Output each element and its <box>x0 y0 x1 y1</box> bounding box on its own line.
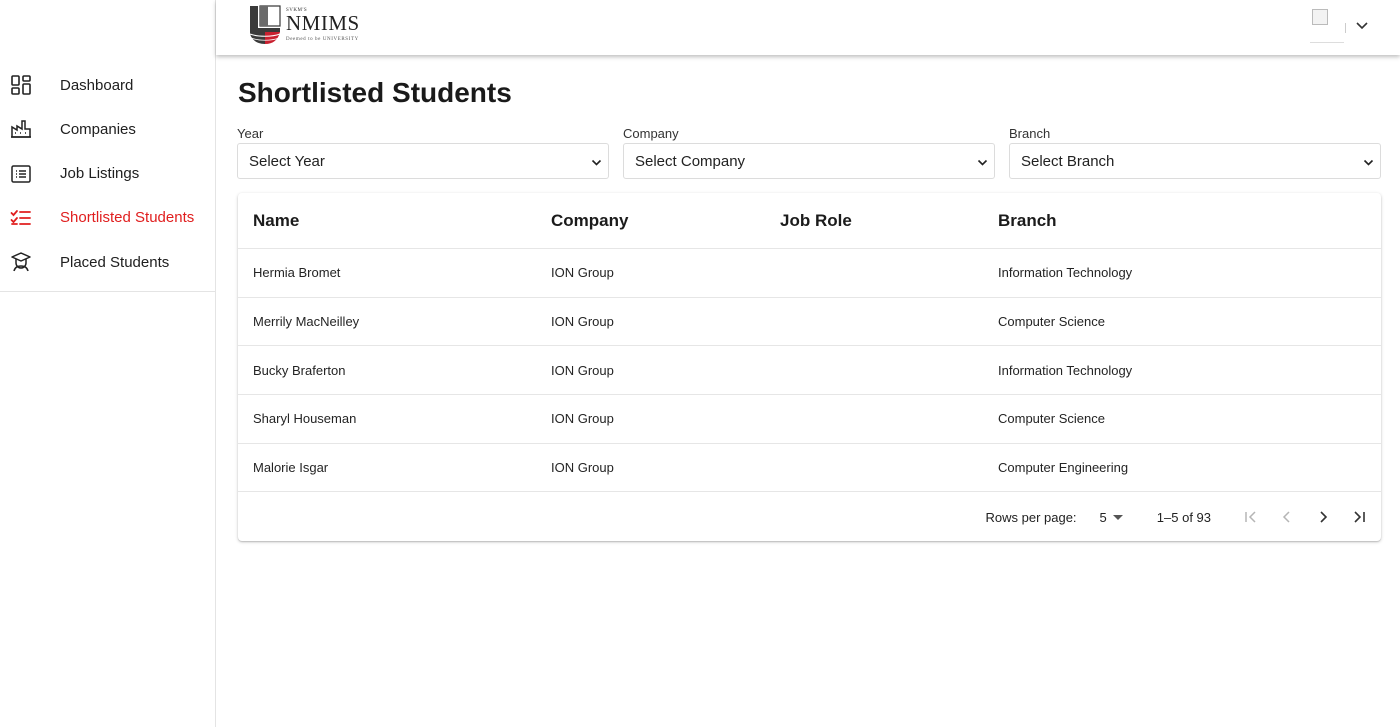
cell-branch: Computer Engineering <box>998 460 1129 476</box>
table-row[interactable]: Hermia Bromet ION Group Information Tech… <box>238 249 1381 298</box>
list-icon <box>10 163 32 185</box>
logo-name: NMIMS <box>286 11 360 35</box>
column-header-job-role: Job Role <box>780 210 852 230</box>
cell-company: ION Group <box>551 265 614 281</box>
students-table: Name Company Job Role Branch Hermia Brom… <box>238 193 1381 541</box>
sidebar-item-label: Companies <box>60 120 136 138</box>
rows-per-page-value: 5 <box>1099 509 1107 525</box>
sidebar-item-label: Shortlisted Students <box>60 209 195 227</box>
logo-emblem-icon <box>249 5 281 44</box>
last-page-button[interactable] <box>1341 499 1377 535</box>
broken-image-icon <box>1312 9 1328 25</box>
company-select-value: Select Company <box>635 152 746 170</box>
checklist-icon <box>10 207 32 229</box>
cell-name: Hermia Bromet <box>253 265 341 281</box>
cell-name: Merrily MacNeilley <box>253 314 360 330</box>
sidebar-item-dashboard[interactable]: Dashboard <box>0 63 215 107</box>
sidebar: Dashboard Companies Job Listings Shortli… <box>0 0 216 727</box>
logo-subtitle: Deemed to be UNIVERSITY <box>286 37 359 42</box>
caret-down-icon <box>1112 514 1123 520</box>
cell-branch: Computer Science <box>998 411 1105 427</box>
chevron-left-icon <box>1282 511 1290 523</box>
year-select[interactable]: Select Year <box>237 143 609 179</box>
chevron-down-icon <box>977 159 988 166</box>
sidebar-item-placed-students[interactable]: Placed Students <box>0 240 215 284</box>
company-filter: Company Select Company <box>623 126 995 179</box>
avatar[interactable] <box>1310 7 1346 43</box>
rows-per-page-select[interactable]: 5 <box>1100 510 1123 525</box>
column-header-name: Name <box>253 210 300 230</box>
dashboard-icon <box>10 74 32 96</box>
cell-company: ION Group <box>551 411 614 427</box>
table-row[interactable]: Merrily MacNeilley ION Group Computer Sc… <box>238 298 1381 347</box>
branch-filter: Branch Select Branch <box>1009 126 1381 179</box>
divider <box>1345 23 1346 33</box>
cell-company: ION Group <box>551 460 614 476</box>
table-pagination: Rows per page: 5 1–5 of 93 <box>238 493 1381 541</box>
cell-name: Malorie Isgar <box>253 460 329 476</box>
sidebar-item-label: Job Listings <box>60 165 140 183</box>
year-select-value: Select Year <box>249 152 325 170</box>
table-row[interactable]: Sharyl Houseman ION Group Computer Scien… <box>238 395 1381 444</box>
last-page-icon <box>1354 511 1365 523</box>
cell-branch: Information Technology <box>998 265 1133 281</box>
next-page-button[interactable] <box>1305 499 1341 535</box>
column-header-branch: Branch <box>998 210 1057 230</box>
branch-label: Branch <box>1009 126 1051 141</box>
sidebar-nav: Dashboard Companies Job Listings Shortli… <box>0 63 215 293</box>
chevron-down-icon[interactable] <box>1354 17 1370 33</box>
graduate-icon <box>10 251 32 273</box>
branch-select-value: Select Branch <box>1021 152 1115 170</box>
chevron-right-icon <box>1320 511 1328 523</box>
cell-branch: Information Technology <box>998 362 1133 378</box>
rows-per-page-label: Rows per page: <box>985 509 1077 525</box>
year-filter: Year Select Year <box>237 126 609 179</box>
table-row[interactable]: Malorie Isgar ION Group Computer Enginee… <box>238 444 1381 493</box>
column-header-company: Company <box>551 210 629 230</box>
first-page-icon <box>1245 511 1256 523</box>
sidebar-item-label: Placed Students <box>60 253 170 271</box>
sidebar-item-job-listings[interactable]: Job Listings <box>0 152 215 196</box>
chevron-down-icon <box>591 159 602 166</box>
top-bar: SVKM'S NMIMS Deemed to be UNIVERSITY <box>216 0 1400 55</box>
cell-company: ION Group <box>551 314 614 330</box>
previous-page-button[interactable] <box>1269 499 1305 535</box>
company-label: Company <box>623 126 679 141</box>
branch-select[interactable]: Select Branch <box>1009 143 1381 179</box>
sidebar-item-shortlisted-students[interactable]: Shortlisted Students <box>0 196 215 240</box>
nmims-logo[interactable]: SVKM'S NMIMS Deemed to be UNIVERSITY <box>248 4 360 46</box>
chevron-down-icon <box>1363 159 1374 166</box>
table-header: Name Company Job Role Branch <box>238 193 1381 249</box>
factory-icon <box>10 118 32 140</box>
sidebar-item-companies[interactable]: Companies <box>0 107 215 151</box>
year-label: Year <box>237 126 264 141</box>
company-select[interactable]: Select Company <box>623 143 995 179</box>
cell-name: Sharyl Houseman <box>253 411 357 427</box>
cell-name: Bucky Braferton <box>253 362 346 378</box>
sidebar-item-label: Dashboard <box>60 76 134 94</box>
page-title: Shortlisted Students <box>238 77 512 108</box>
logo-text: SVKM'S NMIMS Deemed to be UNIVERSITY <box>286 8 360 42</box>
cell-branch: Computer Science <box>998 314 1105 330</box>
first-page-button[interactable] <box>1233 499 1269 535</box>
pagination-range: 1–5 of 93 <box>1156 509 1211 525</box>
cell-company: ION Group <box>551 362 614 378</box>
table-row[interactable]: Bucky Braferton ION Group Information Te… <box>238 346 1381 396</box>
